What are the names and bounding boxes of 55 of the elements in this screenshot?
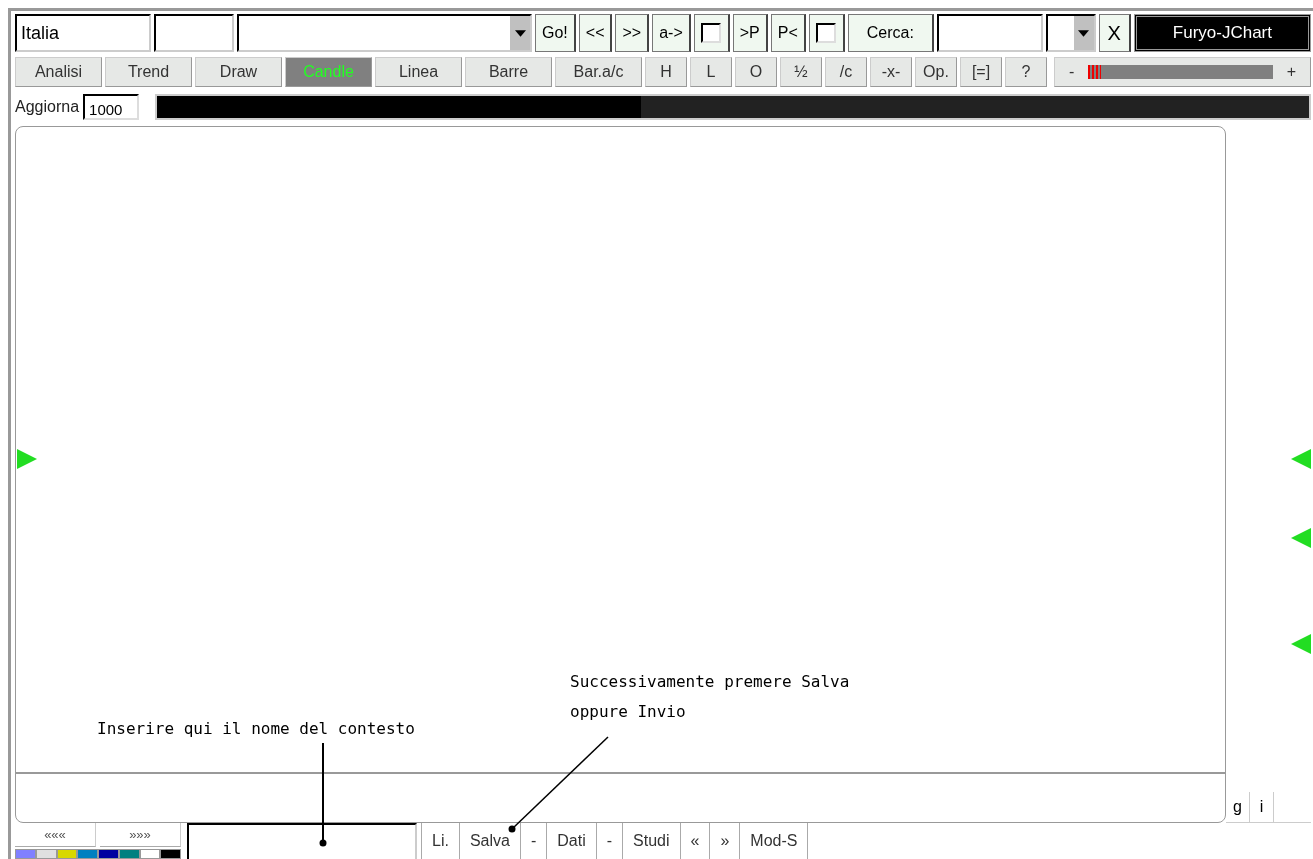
symbol-combo[interactable] [237,14,532,52]
chart-tab[interactable]: Op. [915,57,957,87]
context-name-field[interactable] [187,823,417,859]
chart-tab[interactable]: ½ [780,57,822,87]
zoom-slider[interactable] [1088,65,1273,79]
interval-field[interactable]: 1000 [83,94,140,120]
chart-tab[interactable]: Barre [465,57,552,87]
chart-tab[interactable]: Trend [105,57,192,87]
chart-tab[interactable]: -x- [870,57,912,87]
color-swatch[interactable] [77,849,98,859]
nav-button[interactable]: »»» [100,823,181,847]
color-swatch[interactable] [160,849,181,859]
toolbar-button[interactable]: Go! [535,14,576,52]
chart-tab[interactable]: H [645,57,687,87]
checkbox[interactable] [816,23,837,43]
color-swatch[interactable] [139,849,161,859]
toolbar-button[interactable]: << [578,14,613,52]
marker-icon[interactable] [17,449,37,469]
zoom-in-button[interactable]: + [1278,63,1304,81]
color-swatch[interactable] [56,849,78,859]
toolbar-button[interactable]: P< [770,14,806,52]
toolbar-button[interactable]: a-> [652,14,691,52]
chart-tab[interactable]: [=] [960,57,1002,87]
nav-button[interactable]: ««« [15,823,96,847]
chart-tab[interactable]: Analisi [15,57,102,87]
color-swatch[interactable] [118,849,140,859]
toolbar-button[interactable]: >> [615,14,650,52]
dropdown-arrow-icon[interactable] [1078,29,1090,37]
dropdown-arrow-icon[interactable] [514,29,526,37]
refresh-label: Aggiorna [15,98,80,116]
annotation-text: Successivamente premere Salva oppure Invio [570,671,850,723]
search-combo[interactable] [1045,14,1096,52]
chart-tab[interactable]: ? [1005,57,1047,87]
color-swatch[interactable] [15,849,36,859]
chart-tab[interactable]: Linea [375,57,462,87]
checkbox[interactable] [701,23,722,43]
marker-icon[interactable] [1291,634,1311,654]
chart-tab[interactable]: /c [825,57,867,87]
brand-label: Furyo-JChart [1133,14,1311,52]
search-label: Cerca: [847,14,934,52]
toolbar-button[interactable]: >P [732,14,768,52]
color-swatch[interactable] [98,849,119,859]
close-button[interactable]: X [1098,14,1131,52]
zoom-out-button[interactable]: - [1061,63,1083,81]
chart-tab[interactable]: O [735,57,777,87]
search-field[interactable] [936,14,1043,52]
annotation-text: Inserire qui il nome del contesto [97,718,415,740]
marker-icon[interactable] [1291,449,1311,469]
chart-tab[interactable]: Draw [195,57,282,87]
chart-tab[interactable]: Bar.a/c [555,57,642,87]
chart-tab[interactable]: L [690,57,732,87]
market-field[interactable]: Italia [15,14,151,52]
text-field[interactable] [154,14,234,52]
marker-icon[interactable] [1291,528,1311,548]
color-swatch[interactable] [35,849,57,859]
